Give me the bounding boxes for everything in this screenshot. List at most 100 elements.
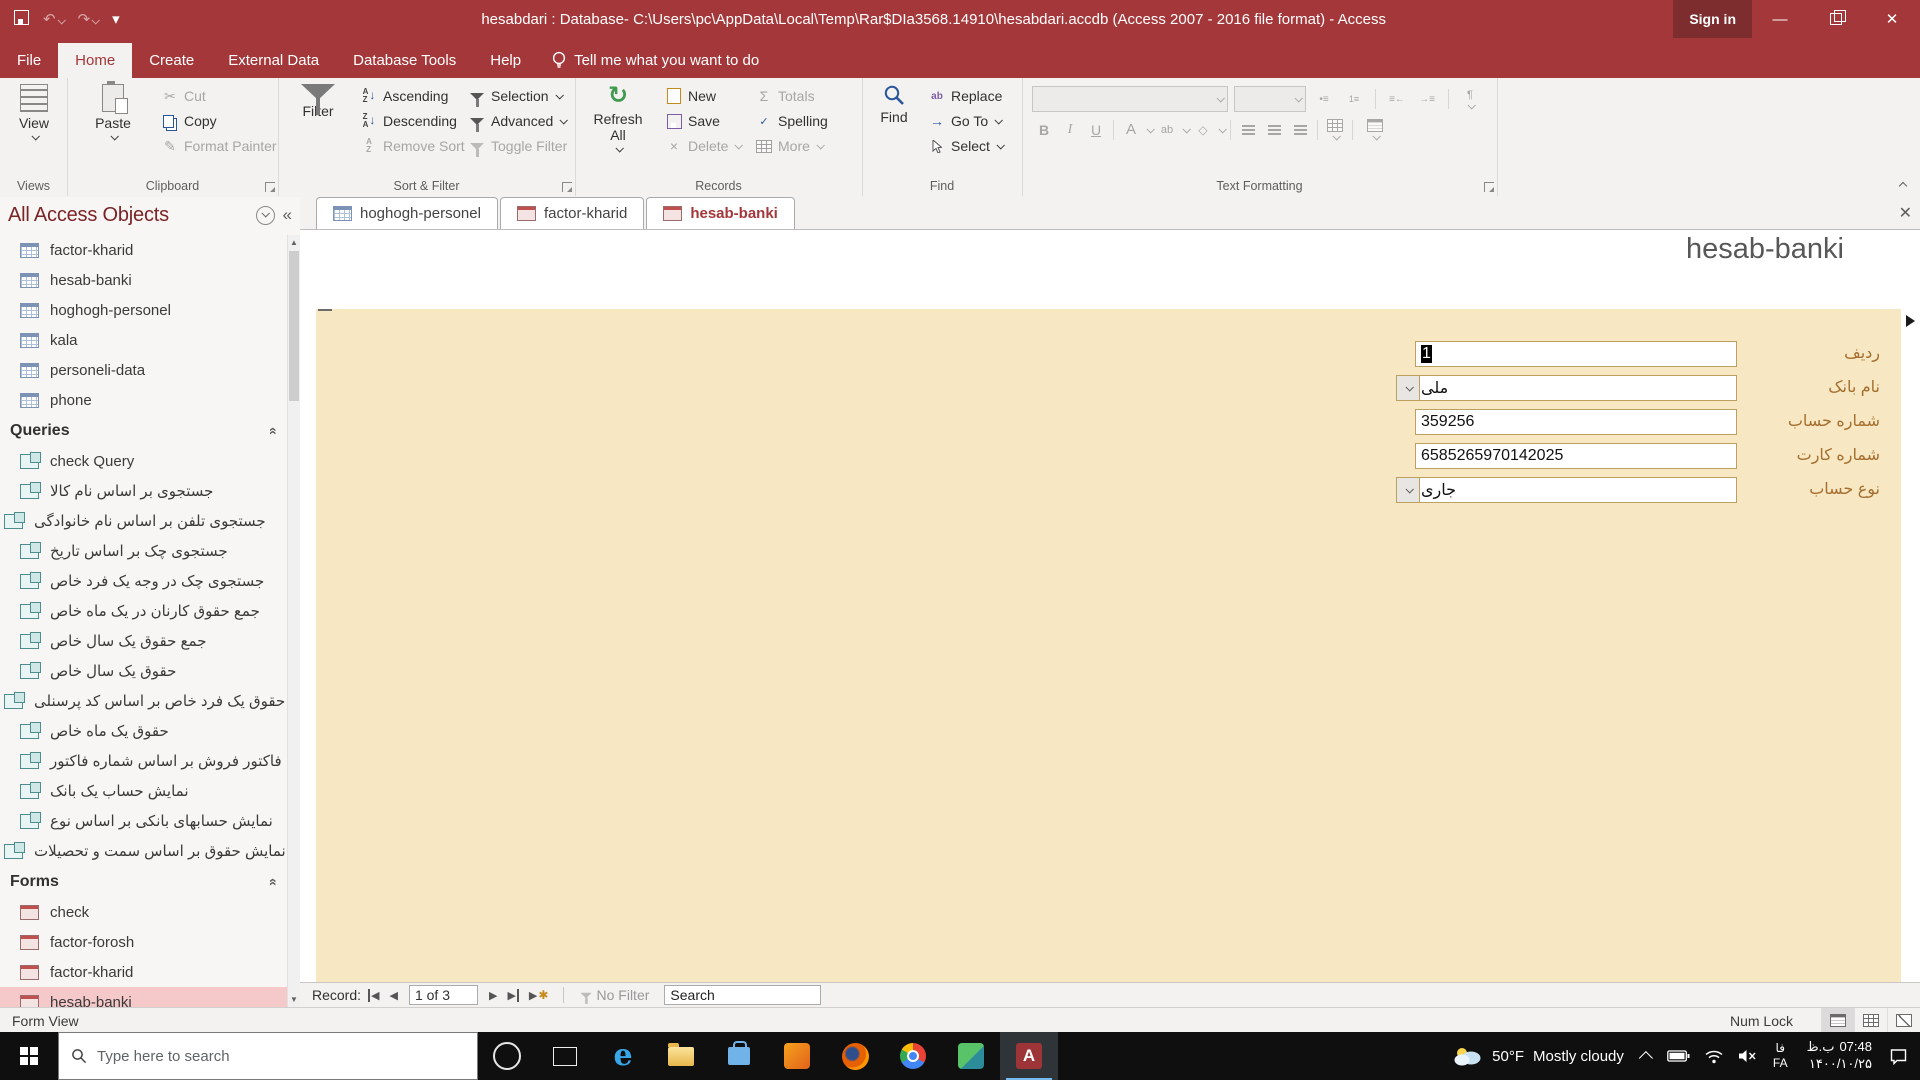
nav-item-form[interactable]: factor-kharid [0, 957, 288, 987]
underline-button[interactable]: U [1084, 118, 1108, 141]
save-button[interactable] [14, 10, 29, 28]
nav-item-form[interactable]: hesab-banki [0, 987, 288, 1007]
scrollbar-thumb[interactable] [289, 251, 299, 401]
forms-section-header[interactable]: Forms « [0, 866, 288, 897]
restore-button[interactable] [1808, 0, 1864, 38]
remove-sort-button[interactable]: A Z Remove Sort [356, 134, 469, 158]
nav-item-query[interactable]: نمایش حسابهای بانکی بر اساس نوع [0, 806, 288, 836]
scroll-up-arrow[interactable]: ▲ [288, 235, 300, 250]
nav-pane-scrollbar[interactable]: ▲ ▼ [287, 235, 300, 1007]
taskbar-icon-file-explorer[interactable] [652, 1032, 710, 1080]
scroll-right-arrow[interactable] [1906, 315, 1915, 327]
tab-external-data[interactable]: External Data [211, 43, 336, 78]
font-size-combo[interactable] [1234, 86, 1306, 112]
record-position-box[interactable]: 1 of 3 [408, 985, 478, 1005]
field-account-no-input[interactable]: 359256 [1415, 409, 1737, 435]
taskbar-icon-task-view[interactable] [536, 1032, 594, 1080]
doc-tab-hoghogh-personel[interactable]: hoghogh-personel [316, 197, 498, 229]
align-left-button[interactable] [1236, 118, 1260, 141]
descending-button[interactable]: Z A ↓ Descending [356, 109, 469, 133]
tab-file[interactable]: File [0, 43, 58, 78]
ascending-button[interactable]: A Z ↓ Ascending [356, 84, 469, 108]
totals-button[interactable]: Σ Totals [751, 84, 832, 108]
tab-database-tools[interactable]: Database Tools [336, 43, 473, 78]
taskbar-icon-chrome[interactable] [884, 1032, 942, 1080]
go-to-button[interactable]: → Go To [924, 109, 1007, 133]
nav-item-form[interactable]: factor-forosh [0, 927, 288, 957]
nav-item-query[interactable]: حقوق یک فرد خاص بر اساس کد پرسنلی [0, 686, 288, 716]
close-document-button[interactable]: ✕ [1899, 203, 1912, 223]
nav-item-query[interactable]: جمع حقوق کارنان در یک ماه خاص [0, 596, 288, 626]
datasheet-view-button[interactable] [1854, 1008, 1887, 1033]
minimize-button[interactable]: — [1752, 0, 1808, 38]
start-button[interactable] [0, 1032, 58, 1080]
refresh-all-button[interactable]: ↻ Refresh All [589, 84, 647, 153]
font-name-combo[interactable] [1032, 86, 1228, 112]
nav-item-table[interactable]: personeli-data [0, 355, 288, 385]
taskbar-icon-firefox[interactable] [826, 1032, 884, 1080]
taskbar-icon-edge[interactable]: e [594, 1032, 652, 1080]
design-view-button[interactable] [1887, 1008, 1920, 1033]
tab-home[interactable]: Home [58, 43, 133, 78]
customize-qat-button[interactable]: ▾ [112, 12, 120, 27]
select-button[interactable]: Select [924, 134, 1007, 158]
nav-item-form[interactable]: check [0, 897, 288, 927]
nav-item-query[interactable]: جستجوی بر اساس نام کالا [0, 476, 288, 506]
combo-dropdown-button[interactable] [1397, 478, 1420, 502]
copy-button[interactable]: Copy [157, 109, 281, 133]
field-bank-name-combo[interactable]: ملی [1396, 375, 1737, 401]
nav-category-dropdown-button[interactable] [255, 205, 275, 225]
taskbar-icon-app-orange[interactable] [768, 1032, 826, 1080]
field-account-type-combo[interactable]: جاری [1396, 477, 1737, 503]
paste-button[interactable]: Paste [89, 81, 137, 141]
taskbar-icon-media-app[interactable] [942, 1032, 1000, 1080]
increase-indent-button[interactable]: →≡ [1415, 88, 1439, 111]
redo-button[interactable]: ↷ [78, 12, 101, 27]
replace-button[interactable]: ab Replace [924, 84, 1007, 108]
show-hidden-icons-button[interactable] [1636, 1051, 1660, 1066]
nav-item-query[interactable]: فاکتور فروش بر اساس شماره فاکتور [0, 746, 288, 776]
highlight-color-button[interactable]: ab [1155, 118, 1179, 141]
fill-color-button[interactable]: ◇ [1191, 118, 1215, 141]
taskbar-icon-cortana[interactable] [478, 1032, 536, 1080]
field-radif-input[interactable]: 1 [1415, 341, 1737, 367]
nav-item-query[interactable]: حقوق یک سال خاص [0, 656, 288, 686]
numbering-button[interactable]: 1≡ [1342, 88, 1366, 111]
delete-button[interactable]: × Delete [661, 134, 745, 158]
nav-item-table[interactable]: phone [0, 385, 288, 415]
tab-create[interactable]: Create [132, 43, 211, 78]
nav-item-table[interactable]: hesab-banki [0, 265, 288, 295]
weather-widget[interactable]: 50°F Mostly cloudy [1441, 1045, 1636, 1067]
format-painter-button[interactable]: ✎ Format Painter [157, 134, 281, 158]
tell-me-box[interactable]: Tell me what you want to do [538, 42, 773, 78]
nav-item-query[interactable]: جستجوی چک بر اساس تاریخ [0, 536, 288, 566]
nav-item-query[interactable]: جستجوی تلفن بر اساس نام خانوادگی [0, 506, 288, 536]
first-record-button[interactable]: ◀ [365, 988, 382, 1002]
network-indicator[interactable] [1697, 1049, 1731, 1064]
view-button[interactable]: View [10, 84, 58, 141]
close-button[interactable]: ✕ [1864, 0, 1920, 38]
bold-button[interactable]: B [1032, 118, 1056, 141]
scroll-down-arrow[interactable]: ▼ [288, 992, 300, 1007]
nav-item-query[interactable]: جمع حقوق یک سال خاص [0, 626, 288, 656]
find-button[interactable]: Find [872, 84, 916, 125]
combo-dropdown-button[interactable] [1397, 376, 1420, 400]
form-view-button[interactable] [1821, 1008, 1854, 1033]
nav-item-query[interactable]: حقوق یک ماه خاص [0, 716, 288, 746]
doc-tab-factor-kharid[interactable]: factor-kharid [499, 197, 645, 229]
undo-button[interactable]: ↶ [43, 12, 66, 27]
nav-item-table[interactable]: factor-kharid [0, 235, 288, 265]
taskbar-icon-access[interactable]: A [1000, 1032, 1058, 1080]
font-color-button[interactable]: A [1119, 118, 1143, 141]
taskbar-icon-store[interactable] [710, 1032, 768, 1080]
nav-item-query[interactable]: نمایش حساب یک بانک [0, 776, 288, 806]
sign-in-button[interactable]: Sign in [1673, 0, 1752, 38]
battery-indicator[interactable] [1660, 1050, 1697, 1062]
collapse-ribbon-button[interactable] [1898, 181, 1908, 191]
volume-indicator[interactable] [1731, 1049, 1764, 1063]
spelling-button[interactable]: ✓ Spelling [751, 109, 832, 133]
sort-filter-dialog-launcher[interactable] [562, 182, 572, 192]
align-right-button[interactable] [1288, 118, 1312, 141]
language-indicator[interactable]: فا FA [1764, 1041, 1797, 1071]
cut-button[interactable]: ✂ Cut [157, 84, 281, 108]
